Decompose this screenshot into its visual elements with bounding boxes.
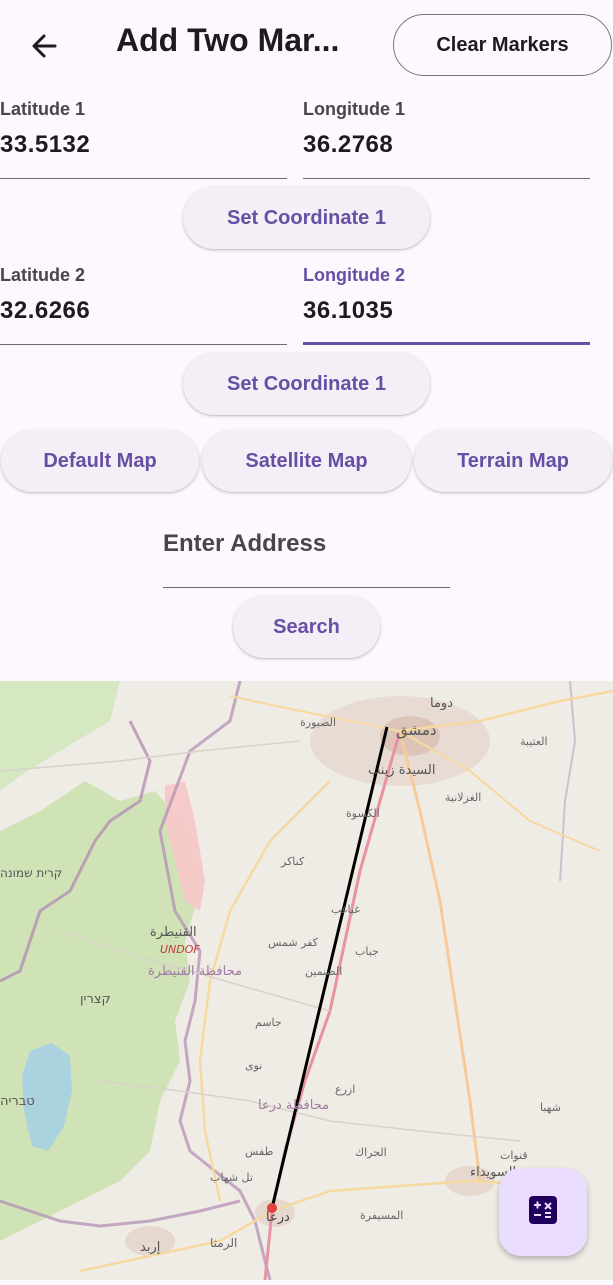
latitude-1-underline: [0, 177, 287, 179]
map-label-tiberias: טבריה: [0, 1094, 35, 1109]
longitude-1-value[interactable]: 36.2768: [303, 131, 393, 159]
longitude-2-label: Longitude 2: [303, 265, 405, 285]
map-label-ramtha: الرمثا: [210, 1236, 237, 1251]
back-arrow-icon[interactable]: [24, 26, 64, 66]
latitude-2-value[interactable]: 32.6266: [0, 297, 90, 325]
calculate-distance-fab[interactable]: [499, 1168, 587, 1256]
map-label-kiswah: الكسوة: [346, 807, 380, 820]
map-label-kiryat-shmona: קרית שמונה: [0, 866, 62, 880]
map-label-ghizlaniyah: الغزلانية: [445, 791, 481, 804]
latitude-2-label: Latitude 2: [0, 265, 86, 285]
map-label-jabab: جباب: [355, 945, 379, 958]
map-label-irbid: إربد: [140, 1240, 160, 1255]
terrain-map-button[interactable]: Terrain Map: [414, 430, 612, 492]
longitude-1-underline: [303, 177, 590, 179]
set-coordinate-1-button[interactable]: Set Coordinate 1: [183, 187, 430, 249]
map-label-hrak: الحراك: [355, 1146, 387, 1159]
map-label-daraa: درعا: [266, 1210, 290, 1225]
longitude-1-label: Longitude 1: [303, 99, 405, 119]
page-title: Add Two Mar...: [116, 22, 340, 58]
longitude-2-underline: [303, 342, 590, 345]
map-label-shahba: شهبا: [540, 1101, 561, 1114]
address-field[interactable]: Enter Address: [163, 522, 450, 588]
map-label-kanaker: كناكر: [280, 855, 305, 868]
address-placeholder: Enter Address: [163, 530, 327, 557]
latitude-2-underline: [0, 343, 287, 345]
longitude-2-value[interactable]: 36.1035: [303, 297, 393, 325]
map-label-ghabagheb: غباغب: [331, 903, 360, 916]
map-label-quneitra: القنيطرة: [150, 925, 197, 940]
latitude-1-value[interactable]: 33.5132: [0, 131, 90, 159]
map-label-tafas: طفس: [245, 1145, 274, 1158]
map-label-sayyida: السيدة زينب: [368, 763, 435, 778]
latitude-1-field[interactable]: Latitude 1 33.5132: [0, 99, 287, 179]
longitude-1-field[interactable]: Longitude 1 36.2768: [303, 99, 590, 179]
latitude-2-field[interactable]: Latitude 2 32.6266: [0, 265, 287, 345]
map-label-sabura: الصبورة: [300, 716, 336, 729]
map-label-tel-shihab: تل شهاب: [210, 1171, 253, 1184]
search-button[interactable]: Search: [233, 596, 380, 658]
map-label-jasim: جاسم: [255, 1016, 282, 1029]
default-map-button[interactable]: Default Map: [1, 430, 199, 492]
map-label-sanamayn: الصنمين: [305, 965, 342, 978]
map-label-otaybah: العتيبة: [520, 735, 548, 748]
map-label-muhardeh: المسيفرة: [360, 1209, 403, 1222]
clear-markers-button[interactable]: Clear Markers: [393, 14, 612, 76]
satellite-map-button[interactable]: Satellite Map: [202, 430, 411, 492]
map-label-kafr-shams: كفر شمس: [268, 936, 319, 949]
map-label-qunawat: قنوات: [500, 1149, 528, 1162]
map-label-douma: دوما: [430, 696, 453, 711]
map-label-nawa: نوى: [245, 1059, 262, 1072]
app-bar: Add Two Mar... Clear Markers: [0, 0, 613, 92]
set-coordinate-2-button[interactable]: Set Coordinate 1: [183, 353, 430, 415]
latitude-1-label: Latitude 1: [0, 99, 86, 119]
calculator-icon: [528, 1195, 558, 1230]
map-label-daraa-gov: محافظة درعا: [258, 1098, 329, 1113]
longitude-2-field[interactable]: Longitude 2 36.1035: [303, 265, 590, 345]
map-label-damascus: دمشق: [396, 721, 437, 739]
map-label-katzrin: קצרין: [80, 992, 111, 1007]
map-label-quneitra-gov: محافظة القنيطرة: [148, 964, 242, 979]
map-label-izraa: ازرع: [335, 1083, 355, 1096]
map-label-undof: UNDOF: [160, 943, 200, 956]
address-underline: [163, 586, 450, 588]
